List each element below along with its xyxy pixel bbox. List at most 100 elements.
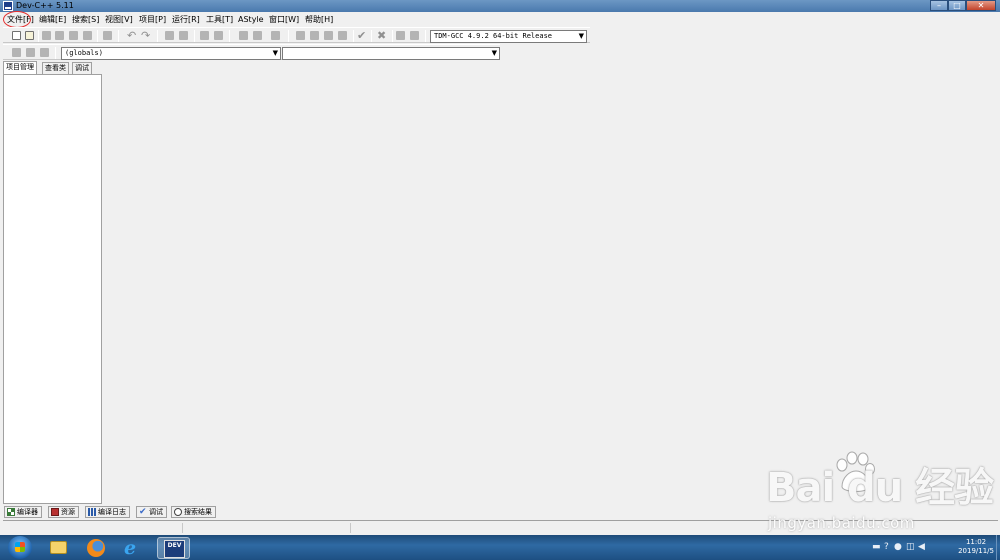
redo-icon[interactable]: ↷: [141, 29, 150, 42]
close-button[interactable]: ✕: [966, 0, 996, 11]
menu-edit[interactable]: 编辑[E]: [39, 14, 66, 25]
toolbar-separator: [371, 30, 372, 42]
resources-icon: [51, 508, 59, 516]
save-all-icon[interactable]: [55, 31, 64, 40]
minimize-button[interactable]: –: [930, 0, 948, 11]
find-icon[interactable]: [165, 31, 174, 40]
tab-resources[interactable]: 资源: [48, 506, 79, 518]
compile-run-icon[interactable]: [324, 31, 333, 40]
replace-icon[interactable]: [179, 31, 188, 40]
search-icon: [174, 508, 182, 516]
compile-icon[interactable]: [296, 31, 305, 40]
clock[interactable]: 11:02 2019/11/5: [958, 538, 994, 556]
start-button[interactable]: [8, 536, 32, 559]
menu-bar: 文件[F] 编辑[E] 搜索[S] 视图[V] 项目[P] 运行[R] 工具[T…: [0, 13, 1000, 26]
tab-search-results[interactable]: 搜索结果: [171, 506, 216, 518]
insert-icon[interactable]: [12, 48, 21, 57]
tab-project-manager[interactable]: 项目管理: [3, 61, 37, 75]
menu-help[interactable]: 帮助[H]: [305, 14, 333, 25]
taskbar-devcpp[interactable]: DEV: [157, 537, 190, 559]
system-tray: ▬ ? ● ◫ ◀ 11:02 2019/11/5: [868, 535, 1000, 560]
menu-window[interactable]: 窗口[W]: [269, 14, 299, 25]
chat-icon[interactable]: ●: [894, 543, 902, 552]
run-icon[interactable]: [310, 31, 319, 40]
internet-explorer-icon: e: [124, 537, 137, 559]
tab-debug[interactable]: 调试: [72, 62, 92, 74]
goto-previous-icon[interactable]: [239, 31, 248, 40]
debug-icon[interactable]: [396, 31, 405, 40]
new-file-icon[interactable]: [12, 31, 21, 40]
class-toolbar: (globals) ▼ ▼: [3, 44, 500, 60]
bookmark-icon[interactable]: [271, 31, 280, 40]
undo-icon[interactable]: ↶: [127, 29, 136, 42]
toolbar-separator: [353, 30, 354, 42]
compiler-select-value: TDM-GCC 4.9.2 64-bit Release: [434, 32, 553, 40]
menu-astyle[interactable]: AStyle: [238, 14, 264, 25]
title-bar: Dev-C++ 5.11 – □ ✕: [0, 0, 1000, 12]
toolbar-separator: [157, 30, 158, 42]
tab-resources-label: 资源: [61, 508, 75, 516]
syntax-check-icon[interactable]: ✔: [357, 29, 366, 42]
close-all-icon[interactable]: [83, 31, 92, 40]
menu-search[interactable]: 搜索[S]: [72, 14, 99, 25]
taskbar-ie[interactable]: e: [118, 537, 151, 559]
show-desktop-button[interactable]: [996, 535, 1000, 560]
toolbar-separator: [288, 30, 289, 42]
window-controls: – □ ✕: [930, 0, 996, 11]
clock-date: 2019/11/5: [958, 547, 994, 555]
indent-icon[interactable]: [200, 31, 209, 40]
menu-tools[interactable]: 工具[T]: [206, 14, 233, 25]
menu-run[interactable]: 运行[R]: [172, 14, 200, 25]
scope-select[interactable]: (globals) ▼: [61, 47, 281, 60]
windows-taskbar: e DEV ▬ ? ● ◫ ◀ 11:02 2019/11/5: [0, 535, 1000, 560]
clock-time: 11:02: [965, 538, 987, 546]
tab-compiler[interactable]: 编译器: [4, 506, 42, 518]
save-icon[interactable]: [42, 31, 51, 40]
grid-icon: [7, 508, 15, 516]
devcpp-app-icon[interactable]: [3, 1, 13, 11]
help-icon[interactable]: ?: [884, 543, 889, 552]
rebuild-all-icon[interactable]: [338, 31, 347, 40]
abort-compile-icon[interactable]: ✖: [377, 29, 386, 42]
print-icon[interactable]: [103, 31, 112, 40]
profile-icon[interactable]: [410, 31, 419, 40]
volume-icon[interactable]: ◀: [918, 543, 925, 552]
tab-compiler-label: 编译器: [17, 508, 38, 516]
open-file-icon[interactable]: [25, 31, 34, 40]
annotation-circle: [3, 11, 31, 28]
toolbar-separator: [97, 30, 98, 42]
toggle-bookmark-icon[interactable]: [26, 48, 35, 57]
tab-debug-output[interactable]: ✔ 调试: [136, 506, 167, 518]
toolbar-separator: [38, 30, 39, 42]
taskbar-explorer[interactable]: [42, 537, 75, 559]
network-icon[interactable]: ◫: [906, 543, 915, 552]
maximize-button[interactable]: □: [948, 0, 966, 11]
chevron-down-icon: ▼: [491, 49, 497, 57]
close-file-icon[interactable]: [69, 31, 78, 40]
project-tree-panel[interactable]: [3, 74, 102, 504]
menu-project[interactable]: 项目[P]: [139, 14, 166, 25]
keyboard-icon[interactable]: ▬: [872, 543, 881, 552]
tab-search-results-label: 搜索结果: [184, 508, 212, 516]
toolbar-separator: [425, 30, 426, 42]
window-title: Dev-C++ 5.11: [16, 1, 74, 10]
devcpp-icon: DEV: [164, 540, 185, 558]
goto-bookmark-icon[interactable]: [40, 48, 49, 57]
compiler-select[interactable]: TDM-GCC 4.9.2 64-bit Release ▼: [430, 30, 587, 43]
check-icon: ✔: [139, 507, 147, 517]
tab-compile-log-label: 编译日志: [98, 508, 126, 516]
firefox-icon: [87, 539, 105, 557]
folder-icon: [50, 541, 67, 554]
goto-next-icon[interactable]: [253, 31, 262, 40]
main-toolbar: ↶ ↷ ✔ ✖ TDM-GCC 4.9.2 64-bit Release ▼: [3, 27, 590, 43]
tab-compile-log[interactable]: 编译日志: [85, 506, 130, 518]
scope-select-value: (globals): [65, 49, 103, 57]
unindent-icon[interactable]: [214, 31, 223, 40]
member-select[interactable]: ▼: [282, 47, 500, 60]
toolbar-separator: [118, 30, 119, 42]
tab-class-browser[interactable]: 查看类: [42, 62, 69, 74]
menu-view[interactable]: 视图[V]: [105, 14, 133, 25]
toolbar-separator: [55, 47, 56, 59]
toolbar-separator: [229, 30, 230, 42]
taskbar-firefox[interactable]: [80, 537, 113, 559]
